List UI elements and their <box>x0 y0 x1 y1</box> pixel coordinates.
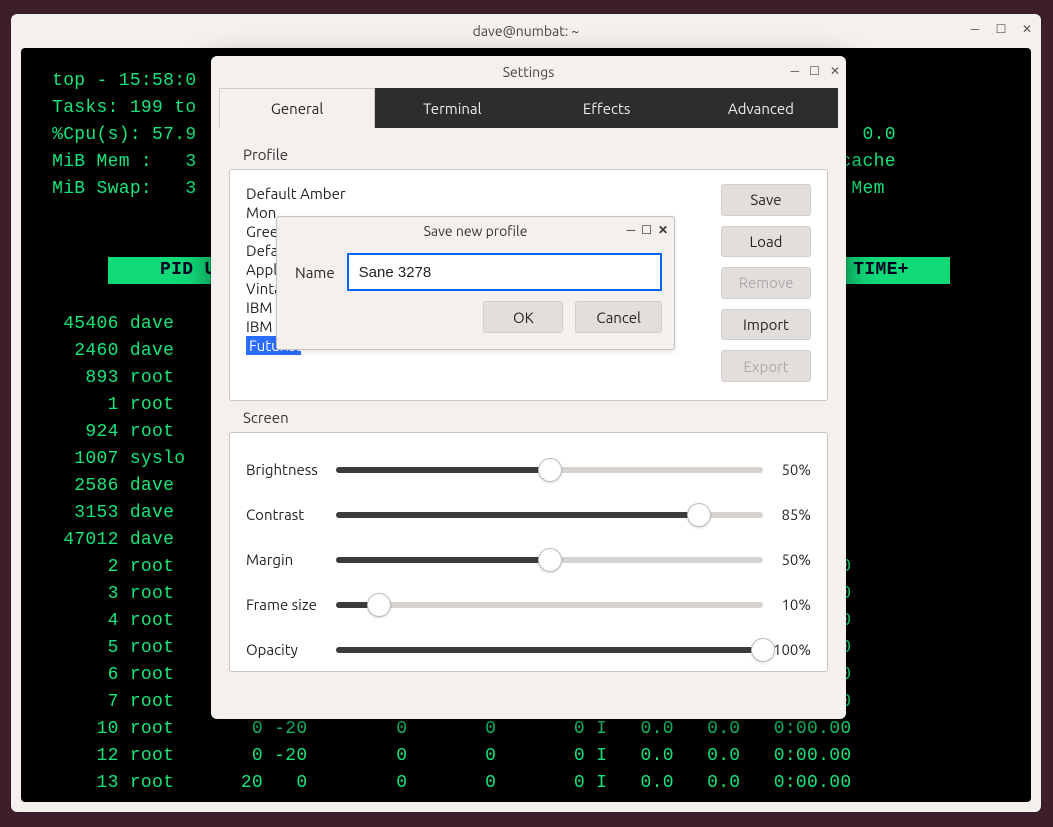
app-title: dave@numbat: ~ <box>473 23 580 39</box>
slider-value: 50% <box>763 551 811 568</box>
term-line: 2460 dave <box>41 341 185 361</box>
slider-row-framesize: Frame size 10% <box>246 582 811 627</box>
ok-button[interactable]: OK <box>483 301 563 333</box>
slider-handle[interactable] <box>687 503 711 527</box>
close-icon[interactable]: ✕ <box>830 64 840 78</box>
maximize-icon[interactable]: ☐ <box>641 223 652 237</box>
profile-item[interactable]: Default Amber <box>246 184 351 203</box>
profile-name-input[interactable] <box>347 253 662 291</box>
screen-section-label: Screen <box>229 401 828 432</box>
term-header-right: TIME+ <box>834 257 950 284</box>
term-line: 2586 dave <box>41 476 185 496</box>
export-button[interactable]: Export <box>721 350 811 382</box>
slider-label: Brightness <box>246 461 336 478</box>
profile-button-group: Save Load Remove Import Export <box>721 184 811 382</box>
term-line: 1 root <box>41 395 185 415</box>
settings-window-controls: ─ ☐ ✕ <box>791 64 840 78</box>
maximize-icon[interactable]: ☐ <box>809 64 820 78</box>
term-line: 47012 dave <box>41 530 185 550</box>
settings-title: Settings <box>503 64 555 80</box>
save-profile-dialog: Save new profile ─ ☐ ✕ Name OK Cancel <box>276 216 675 350</box>
save-dialog-titlebar: Save new profile ─ ☐ ✕ <box>277 217 674 245</box>
slider-contrast[interactable] <box>336 512 763 518</box>
term-line: 13 root 20 0 0 0 0 I 0.0 0.0 0:00.00 <box>41 770 1011 797</box>
slider-value: 50% <box>763 461 811 478</box>
slider-row-margin: Margin 50% <box>246 537 811 582</box>
minimize-icon[interactable]: ─ <box>791 64 800 78</box>
slider-margin[interactable] <box>336 557 763 563</box>
term-line: 924 root <box>41 422 185 442</box>
slider-label: Margin <box>246 551 336 568</box>
slider-framesize[interactable] <box>336 602 763 608</box>
term-line: 12 root 0 -20 0 0 0 I 0.0 0.0 0:00.00 <box>41 743 1011 770</box>
profile-section-label: Profile <box>229 138 828 169</box>
load-button[interactable]: Load <box>721 226 811 258</box>
settings-titlebar: Settings ─ ☐ ✕ <box>211 56 846 88</box>
term-line: 893 root <box>41 368 185 388</box>
slider-handle[interactable] <box>367 593 391 617</box>
term-line: 45406 dave <box>41 314 185 334</box>
save-dialog-title: Save new profile <box>424 223 528 239</box>
screen-box: Brightness 50% Contrast 85% Margin <box>229 432 828 672</box>
slider-label: Frame size <box>246 596 336 613</box>
slider-handle[interactable] <box>751 638 775 662</box>
slider-handle[interactable] <box>538 548 562 572</box>
profile-name-label: Name <box>289 264 335 281</box>
tab-advanced[interactable]: Advanced <box>684 88 838 128</box>
slider-row-opacity: Opacity 100% <box>246 627 811 672</box>
slider-brightness[interactable] <box>336 467 763 473</box>
app-titlebar: dave@numbat: ~ ─ ☐ ✕ <box>11 14 1041 48</box>
tab-terminal[interactable]: Terminal <box>375 88 529 128</box>
import-button[interactable]: Import <box>721 309 811 341</box>
cancel-button[interactable]: Cancel <box>575 301 662 333</box>
slider-opacity[interactable] <box>336 647 763 653</box>
term-line: 1007 syslo <box>41 449 185 469</box>
app-window-controls: ─ ☐ ✕ <box>967 21 1035 37</box>
maximize-icon[interactable]: ☐ <box>993 21 1009 37</box>
minimize-icon[interactable]: ─ <box>627 223 636 237</box>
remove-button[interactable]: Remove <box>721 267 811 299</box>
slider-row-brightness: Brightness 50% <box>246 447 811 492</box>
close-icon[interactable]: ✕ <box>1019 21 1035 37</box>
slider-label: Opacity <box>246 641 336 658</box>
slider-row-contrast: Contrast 85% <box>246 492 811 537</box>
slider-value: 85% <box>763 506 811 523</box>
settings-tabs: General Terminal Effects Advanced <box>219 88 838 128</box>
tab-effects[interactable]: Effects <box>530 88 684 128</box>
settings-window: Settings ─ ☐ ✕ General Terminal Effects … <box>211 56 846 719</box>
slider-value: 10% <box>763 596 811 613</box>
save-button[interactable]: Save <box>721 184 811 216</box>
close-icon[interactable]: ✕ <box>658 223 668 237</box>
slider-label: Contrast <box>246 506 336 523</box>
term-line: 10 root 0 -20 0 0 0 I 0.0 0.0 0:00.00 <box>41 716 1011 743</box>
minimize-icon[interactable]: ─ <box>967 21 983 37</box>
save-dialog-controls: ─ ☐ ✕ <box>627 223 668 237</box>
term-line: 3153 dave <box>41 503 185 523</box>
tab-general[interactable]: General <box>219 88 375 128</box>
slider-handle[interactable] <box>538 458 562 482</box>
